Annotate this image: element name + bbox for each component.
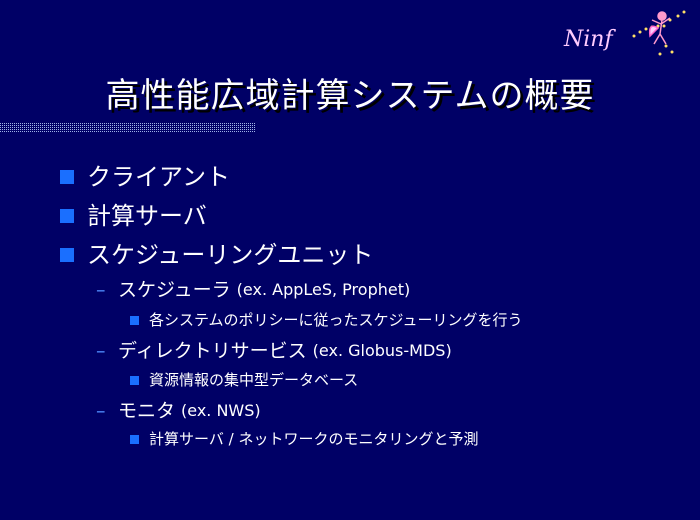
sub-example: (ex. AppLeS, Prophet): [236, 280, 411, 299]
bullet-scheduling-unit: スケジューリングユニット: [60, 240, 373, 270]
page-title: 高性能広域計算システムの概要: [105, 76, 595, 116]
detail-text: 資源情報の集中型データベース: [149, 371, 359, 389]
detail-text: 計算サーバ / ネットワークのモニタリングと予測: [149, 430, 479, 448]
dash-bullet: –: [96, 400, 106, 422]
svg-text:Ninf: Ninf: [563, 27, 616, 52]
bullet-square-icon: [130, 434, 139, 444]
detail-scheduler: 各システムのポリシーに従ったスケジューリングを行う: [130, 310, 523, 330]
bullet-square-icon: [60, 248, 74, 262]
sub-text: スケジューラ: [118, 279, 231, 301]
dash-bullet: –: [96, 279, 106, 301]
sub-scheduler: – スケジューラ (ex. AppLeS, Prophet): [96, 278, 410, 302]
bullet-text: 計算サーバ: [87, 202, 207, 230]
bullet-text: クライアント: [87, 163, 231, 191]
bullet-client: クライアント: [60, 162, 230, 192]
sub-monitor: – モニタ (ex. NWS): [96, 399, 261, 423]
bullet-server: 計算サーバ: [60, 201, 207, 231]
fairy-icon: [648, 11, 671, 45]
bullet-text: スケジューリングユニット: [87, 241, 374, 269]
sub-directory-service: – ディレクトリサービス (ex. Globus-MDS): [96, 339, 452, 363]
title-underline: [0, 123, 256, 133]
sub-text: モニタ: [118, 400, 176, 422]
bullet-square-icon: [60, 209, 74, 223]
detail-monitor: 計算サーバ / ネットワークのモニタリングと予測: [130, 429, 478, 449]
ninf-logo: Ninf: [563, 10, 686, 56]
bullet-square-icon: [130, 315, 139, 325]
detail-directory-service: 資源情報の集中型データベース: [130, 370, 358, 390]
sub-example: (ex. Globus-MDS): [312, 341, 452, 360]
dash-bullet: –: [96, 340, 106, 362]
sub-text: ディレクトリサービス: [118, 340, 307, 362]
sub-example: (ex. NWS): [181, 401, 261, 420]
bullet-square-icon: [130, 375, 139, 385]
detail-text: 各システムのポリシーに従ったスケジューリングを行う: [149, 311, 523, 329]
bullet-square-icon: [60, 170, 74, 184]
